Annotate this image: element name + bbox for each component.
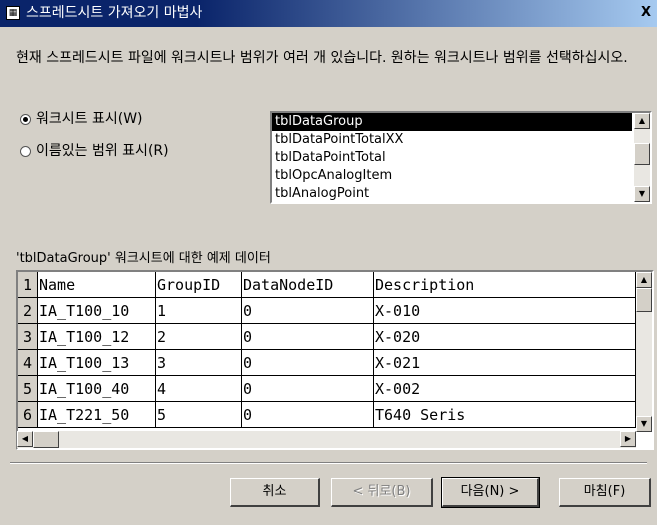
sample-data-grid[interactable]: 1 Name GroupID DataNodeID Description 2 … (16, 270, 654, 450)
grid-horizontal-scrollbar[interactable]: ◀ ▶ (17, 431, 636, 448)
table-row: 1 Name GroupID DataNodeID Description (18, 272, 636, 298)
list-item-selected[interactable]: tblDataGroup (272, 113, 632, 131)
list-item[interactable]: tblDataPointTotalXX (272, 131, 632, 149)
worksheet-listbox[interactable]: tblDataGroup tblDataPointTotalXX tblData… (270, 111, 652, 204)
radio-label-named-ranges: 이름있는 범위 표시(R) (36, 143, 169, 159)
title-bar[interactable]: ▦ 스프레드시트 가져오기 마법사 X (0, 0, 657, 27)
list-item[interactable]: tblDataPointTotal (272, 149, 632, 167)
table-cell: IA_T100_12 (38, 324, 156, 350)
table-cell: 0 (242, 402, 374, 428)
radio-unselected-icon (20, 145, 31, 157)
row-number: 6 (18, 402, 38, 428)
table-row: 4 IA_T100_13 3 0 X-021 (18, 350, 636, 376)
table-cell: T640 Seris (374, 402, 636, 428)
radio-show-named-ranges[interactable]: 이름있는 범위 표시(R) (20, 142, 169, 160)
table-cell: 0 (242, 350, 374, 376)
import-wizard-window: ▦ 스프레드시트 가져오기 마법사 X 현재 스프레드시트 파일에 워크시트나 … (0, 0, 657, 525)
scroll-right-arrow-icon[interactable]: ▶ (620, 431, 636, 447)
table-cell: DataNodeID (242, 272, 374, 298)
finish-button[interactable]: 마침(F) (559, 478, 651, 507)
scroll-thumb[interactable] (634, 143, 650, 165)
scroll-up-arrow-icon[interactable]: ▲ (634, 113, 650, 129)
table-cell: 0 (242, 376, 374, 402)
row-number: 4 (18, 350, 38, 376)
table-cell: IA_T100_13 (38, 350, 156, 376)
cancel-button[interactable]: 취소 (230, 478, 320, 507)
scroll-thumb[interactable] (636, 288, 652, 312)
table-row: 3 IA_T100_12 2 0 X-020 (18, 324, 636, 350)
table-row: 2 IA_T100_10 1 0 X-010 (18, 298, 636, 324)
scroll-thumb[interactable] (33, 431, 59, 448)
table-cell: 1 (156, 298, 242, 324)
table-cell: IA_T100_10 (38, 298, 156, 324)
table-cell: Name (38, 272, 156, 298)
divider (10, 462, 647, 464)
scroll-down-arrow-icon[interactable]: ▼ (634, 186, 650, 202)
row-number: 2 (18, 298, 38, 324)
table-row: 5 IA_T100_40 4 0 X-002 (18, 376, 636, 402)
instruction-text: 현재 스프레드시트 파일에 워크시트나 범위가 여러 개 있습니다. 원하는 워… (16, 50, 628, 66)
list-item[interactable]: tblAnalogPoint (272, 185, 632, 202)
scroll-left-arrow-icon[interactable]: ◀ (17, 431, 33, 447)
table-cell: X-010 (374, 298, 636, 324)
row-number: 5 (18, 376, 38, 402)
radio-show-worksheets[interactable]: 워크시트 표시(W) (20, 110, 143, 128)
radio-label-worksheets: 워크시트 표시(W) (36, 111, 143, 127)
next-button[interactable]: 다음(N) > (441, 477, 540, 508)
table-cell: 0 (242, 298, 374, 324)
table-cell: GroupID (156, 272, 242, 298)
list-vertical-scrollbar[interactable]: ▲ ▼ (634, 113, 650, 202)
scroll-up-arrow-icon[interactable]: ▲ (636, 272, 652, 288)
grid-vertical-scrollbar[interactable]: ▲ ▼ (636, 272, 652, 432)
window-title: 스프레드시트 가져오기 마법사 (26, 5, 203, 21)
table-cell: 3 (156, 350, 242, 376)
row-number: 3 (18, 324, 38, 350)
table-cell: 2 (156, 324, 242, 350)
table-cell: X-002 (374, 376, 636, 402)
table-cell: X-020 (374, 324, 636, 350)
radio-selected-icon (20, 113, 31, 125)
sample-data-label: 'tblDataGroup' 워크시트에 대한 예제 데이터 (16, 251, 271, 266)
scroll-down-arrow-icon[interactable]: ▼ (636, 416, 652, 432)
list-item[interactable]: tblOpcAnalogItem (272, 167, 632, 185)
row-number: 1 (18, 272, 38, 298)
table-cell: X-021 (374, 350, 636, 376)
table-row: 6 IA_T221_50 5 0 T640 Seris (18, 402, 636, 428)
table-cell: IA_T100_40 (38, 376, 156, 402)
close-button[interactable]: X (639, 5, 653, 21)
table-cell: IA_T221_50 (38, 402, 156, 428)
table-cell: Description (374, 272, 636, 298)
spreadsheet-icon: ▦ (6, 6, 20, 20)
table-cell: 5 (156, 402, 242, 428)
table-cell: 0 (242, 324, 374, 350)
table-cell: 4 (156, 376, 242, 402)
back-button[interactable]: < 뒤로(B) (331, 478, 433, 507)
